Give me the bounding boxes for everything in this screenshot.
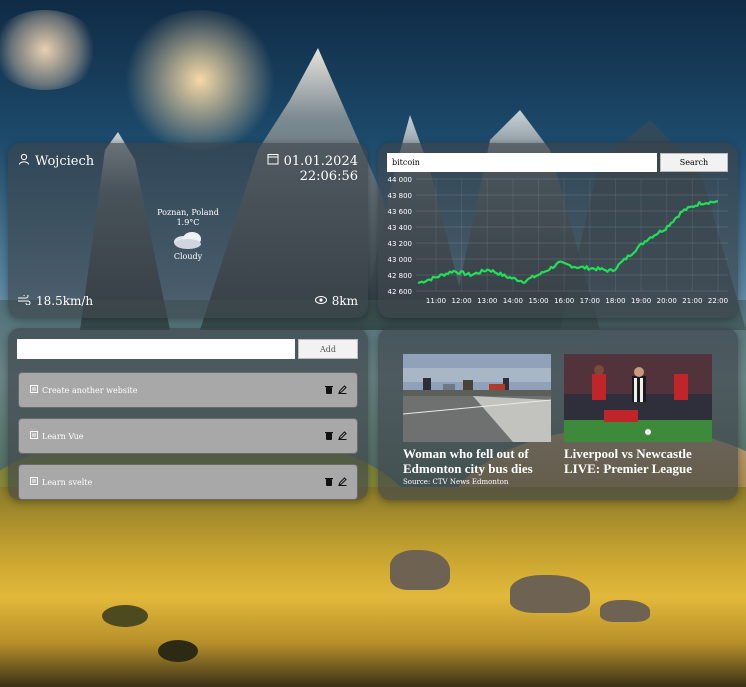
user-name: Wojciech	[35, 153, 95, 169]
trash-icon[interactable]	[325, 431, 333, 442]
search-button[interactable]: Search	[660, 153, 728, 172]
y-tick-label: 44 000	[388, 176, 413, 184]
visibility-info: 8km	[314, 294, 358, 308]
checkbox-icon[interactable]	[30, 385, 38, 395]
y-tick-label: 42 600	[388, 288, 413, 296]
trash-icon[interactable]	[325, 385, 333, 396]
price-series-line	[417, 200, 718, 285]
todo-item[interactable]: Create another website	[18, 372, 358, 408]
todo-item-text: Learn Vue	[42, 431, 84, 441]
add-todo-button[interactable]: Add	[298, 339, 358, 359]
news-panel: Woman who fell out of Edmonton city bus …	[378, 328, 738, 500]
current-time: 22:06:56	[299, 169, 358, 184]
wind-speed: 18.5km/h	[36, 294, 94, 308]
todo-item[interactable]: Learn Vue	[18, 418, 358, 454]
todo-item-label-wrap: Learn Vue	[30, 419, 84, 453]
todo-panel: Add Create another website Learn Vue Learn…	[8, 328, 368, 500]
edit-icon[interactable]	[338, 384, 347, 396]
checkbox-icon[interactable]	[30, 431, 38, 441]
weather-location: Poznan, Poland	[157, 208, 219, 217]
news-image-football[interactable]	[564, 354, 712, 442]
eye-icon	[314, 294, 327, 308]
x-tick-label: 19:00	[631, 297, 651, 305]
todo-item-label-wrap: Learn svelte	[30, 465, 92, 499]
edit-icon[interactable]	[338, 476, 347, 488]
edit-icon[interactable]	[338, 430, 347, 442]
todo-item-text: Learn svelte	[42, 477, 93, 487]
cloud-icon	[171, 231, 205, 249]
todo-item-label-wrap: Create another website	[30, 373, 137, 407]
wind-info: 18.5km/h	[18, 293, 94, 308]
y-tick-label: 42 800	[388, 272, 413, 280]
weather-condition: Cloudy	[173, 252, 203, 261]
x-tick-label: 21:00	[682, 297, 702, 305]
todo-item-actions	[325, 373, 347, 407]
trash-icon[interactable]	[325, 477, 333, 488]
x-tick-label: 22:00	[708, 297, 728, 305]
news-title[interactable]: Woman who fell out of Edmonton city bus …	[403, 446, 551, 476]
user-icon	[18, 153, 30, 169]
price-line-chart: 42 600 42 800 43 000 43 200 43 400 43 600 43 8…	[388, 176, 729, 305]
news-title[interactable]: Liverpool vs Newcastle LIVE: Premier Lea…	[564, 446, 712, 476]
x-tick-label: 11:00	[426, 297, 446, 305]
add-todo-label: Add	[319, 344, 337, 354]
y-tick-label: 43 600	[388, 208, 413, 216]
x-tick-label: 17:00	[580, 297, 600, 305]
todo-input[interactable]	[17, 339, 295, 359]
news-card[interactable]: Woman who fell out of Edmonton city bus …	[403, 354, 551, 486]
x-tick-label: 15:00	[528, 297, 548, 305]
crypto-search-input[interactable]	[387, 153, 657, 172]
x-tick-label: 16:00	[554, 297, 574, 305]
x-tick-label: 13:00	[477, 297, 497, 305]
x-tick-label: 12:00	[452, 297, 472, 305]
todo-item-actions	[325, 465, 347, 499]
x-tick-label: 20:00	[657, 297, 677, 305]
y-tick-label: 43 800	[388, 192, 413, 200]
weather-temperature: 1.9°C	[176, 218, 200, 227]
y-tick-label: 43 000	[388, 256, 413, 264]
todo-item-text: Create another website	[42, 385, 138, 395]
wind-icon	[18, 293, 31, 308]
checkbox-icon[interactable]	[30, 477, 38, 487]
news-source: Source: CTV News Edmonton	[403, 478, 509, 486]
user-info: Wojciech	[18, 153, 94, 169]
weather-panel: Wojciech 01.01.2024 22:06:56 Poznan, Pol…	[8, 143, 368, 318]
x-tick-label: 14:00	[503, 297, 523, 305]
y-tick-label: 43 400	[388, 224, 413, 232]
y-tick-label: 43 200	[388, 240, 413, 248]
news-card[interactable]: Liverpool vs Newcastle LIVE: Premier Lea…	[564, 354, 712, 478]
news-image-road[interactable]	[403, 354, 551, 442]
x-tick-label: 18:00	[605, 297, 625, 305]
search-button-label: Search	[679, 158, 709, 167]
current-date: 01.01.2024	[283, 153, 358, 169]
weather-summary: Poznan, Poland 1.9°C Cloudy	[8, 208, 368, 262]
crypto-chart-panel: Search 42 600 42 800 43 000 43 200 43 400 43 …	[378, 143, 738, 318]
todo-item-actions	[325, 419, 347, 453]
date-time: 01.01.2024 22:06:56	[267, 153, 358, 184]
todo-item[interactable]: Learn svelte	[18, 464, 358, 500]
calendar-icon	[267, 153, 279, 169]
visibility-value: 8km	[331, 294, 358, 308]
